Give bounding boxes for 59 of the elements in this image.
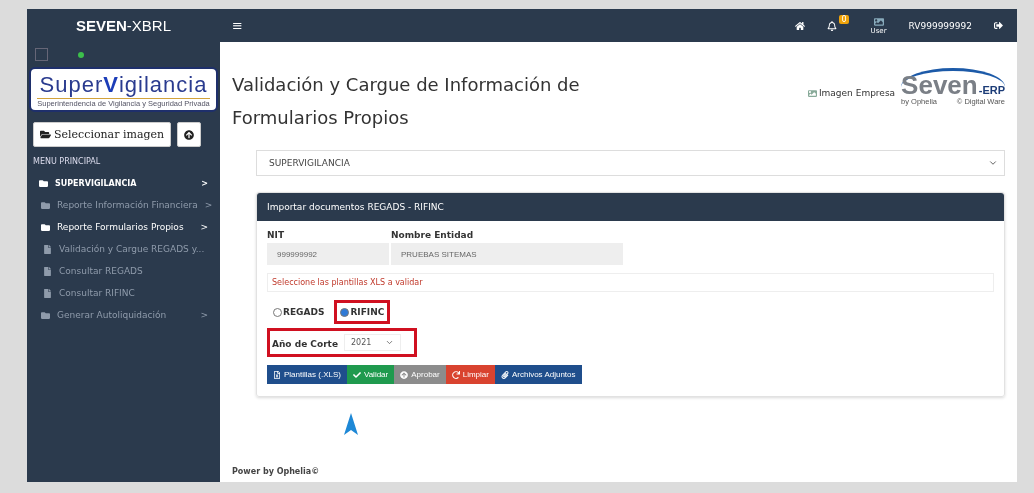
folder-icon <box>39 178 48 188</box>
chevron-icon: > <box>200 222 208 232</box>
notice-text: Seleccione las plantillas XLS a validar <box>267 273 994 292</box>
sidebar-item[interactable]: Validación y Cargue REGADS y... <box>27 238 220 260</box>
folder-icon <box>41 222 50 232</box>
action-button[interactable]: Limpiar <box>445 365 495 384</box>
sidebar-item[interactable]: SUPERVIGILANCIA > <box>27 172 220 194</box>
notification-button[interactable] <box>827 20 838 31</box>
pointer-arrow-icon <box>344 413 358 435</box>
paperclip-icon <box>500 370 509 379</box>
brand-title: SEVEN-XBRL <box>74 16 172 36</box>
chevron-icon: > <box>201 178 208 188</box>
upload-icon <box>184 129 195 140</box>
notification-count: 0 <box>839 15 849 24</box>
entity-name-field[interactable]: PRUEBAS SITEMAS <box>391 243 623 265</box>
folder-icon <box>41 200 50 210</box>
chevron-icon: > <box>200 310 208 320</box>
action-button[interactable]: Validar <box>346 365 395 384</box>
document-icon <box>43 244 52 254</box>
nit-field[interactable]: 999999992 <box>267 243 389 265</box>
footer-text: Power by Ophelia© <box>232 466 321 478</box>
upload-button[interactable] <box>177 122 202 147</box>
menu-heading: MENU PRINCIPAL <box>32 156 102 168</box>
username: RV999999992 <box>908 20 972 31</box>
image-alt-text: Imagen Empresa <box>818 88 896 98</box>
check-icon <box>352 370 361 379</box>
highlight-frame: Año de Corte 2021 <box>267 328 417 357</box>
document-icon <box>43 266 52 276</box>
chevron-icon: > <box>204 200 213 210</box>
folder-icon <box>40 129 51 140</box>
sidebar-item[interactable]: Consultar REGADS <box>27 260 220 282</box>
panel-header: Importar documentos REGADS - RIFINC <box>257 193 1004 221</box>
action-button[interactable]: Archivos Adjuntos <box>494 365 582 384</box>
circle-arrow-icon <box>400 370 409 379</box>
broken-image-icon <box>807 88 817 98</box>
action-button[interactable]: Plantillas (.XLS) <box>267 365 347 384</box>
sidebar-item[interactable]: Generar Autoliquidación > <box>27 304 220 326</box>
spreadsheet-icon <box>273 370 281 379</box>
menu-icon[interactable]: ≡ <box>232 18 243 33</box>
folder-icon <box>41 310 50 320</box>
sidebar-item[interactable]: Consultar RIFINC <box>27 282 220 304</box>
refresh-icon <box>451 370 460 379</box>
sidebar-item[interactable]: Reporte Formularios Propios > <box>27 216 220 238</box>
home-icon[interactable] <box>795 20 806 31</box>
field-label: NIT <box>267 229 286 240</box>
page-title: Validación y Cargue de Información de Formularios Propios <box>232 73 581 130</box>
radio-option[interactable]: REGADS <box>267 300 331 324</box>
field-label: Nombre Entidad <box>391 229 475 240</box>
year-select[interactable]: 2021 <box>344 334 402 351</box>
chevron-down-icon <box>385 338 395 347</box>
checkbox[interactable] <box>35 48 48 61</box>
radio-option[interactable]: RIFINC <box>334 300 391 324</box>
select-image-button[interactable]: Seleccionar imagen <box>33 122 172 147</box>
logout-icon[interactable] <box>994 21 1003 30</box>
document-icon <box>43 288 52 298</box>
entity-select[interactable]: SUPERVIGILANCIA <box>256 150 1005 176</box>
chevron-down-icon <box>988 158 998 168</box>
online-status-icon <box>78 51 84 58</box>
sidebar-item[interactable]: Reporte Información Financiera > <box>27 194 220 216</box>
